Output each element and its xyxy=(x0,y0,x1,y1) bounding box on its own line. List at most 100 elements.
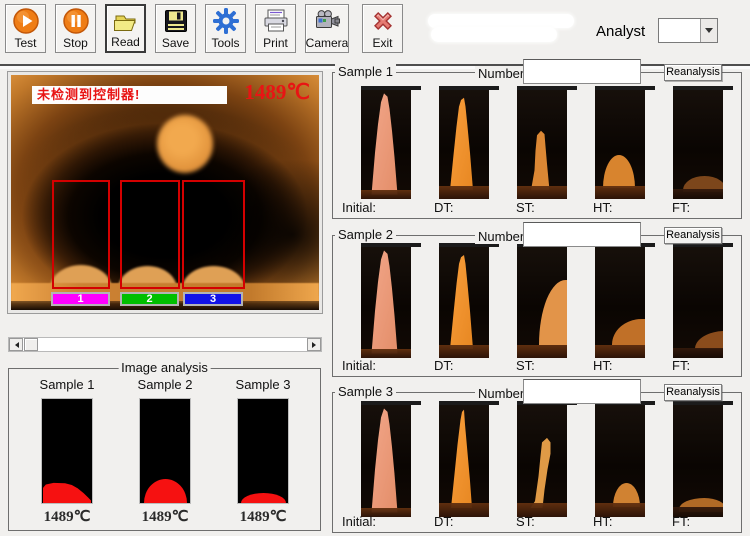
chevron-down-icon xyxy=(705,28,713,37)
sample-3-st-thumbnail xyxy=(517,404,567,517)
sample-1-dt-thumbnail xyxy=(439,89,489,199)
analyst-dropdown-button[interactable] xyxy=(700,19,717,42)
sample-1-reanalysis-button[interactable]: Reanalysis xyxy=(664,64,722,81)
roi-label-2: 2 xyxy=(120,292,179,306)
sample-1-number-input[interactable] xyxy=(523,59,641,84)
sample-2-initial-thumbnail xyxy=(361,246,411,358)
stage-label-ft: FT: xyxy=(672,514,690,529)
analysis-sample-3: Sample 3 1489℃ xyxy=(223,377,303,526)
stage-label-initial: Initial: xyxy=(342,200,376,215)
analysis-sample-3-temperature: 1489℃ xyxy=(223,507,303,526)
print-button[interactable]: Print xyxy=(255,4,296,53)
melt-silhouette xyxy=(43,482,91,503)
pause-icon xyxy=(62,7,90,35)
roi-label-3: 3 xyxy=(183,292,243,306)
gear-icon xyxy=(212,7,240,35)
stage-label-ht: HT: xyxy=(593,514,613,529)
floppy-disk-icon xyxy=(162,7,190,35)
roi-rectangle-2[interactable] xyxy=(120,180,180,289)
camera-button[interactable]: Camera xyxy=(305,4,349,53)
scroll-right-button[interactable] xyxy=(307,338,321,351)
red-x-icon xyxy=(369,7,397,35)
test-button[interactable]: Test xyxy=(5,4,46,53)
sample-2-st-thumbnail xyxy=(517,246,567,358)
controller-alert-banner: 未检测到控制器! xyxy=(32,86,227,104)
scrollbar-thumb[interactable] xyxy=(24,338,38,351)
image-analysis-panel: Image analysis Sample 1 1489℃ Sample 2 1… xyxy=(8,368,321,531)
stage-label-ft: FT: xyxy=(672,358,690,373)
app-window: Test Stop Read Save Tools Print xyxy=(0,0,750,536)
analysis-sample-1: Sample 1 1489℃ xyxy=(27,377,107,526)
sample-3-initial-thumbnail xyxy=(361,404,411,517)
analysis-sample-1-temperature: 1489℃ xyxy=(27,507,107,526)
camera-feed: 1 2 3 未检测到控制器! 1489℃ xyxy=(11,75,319,310)
video-camera-icon xyxy=(313,7,341,35)
furnace-camera-view: 1 2 3 未检测到控制器! 1489℃ xyxy=(8,72,322,313)
sample-2-dt-thumbnail xyxy=(439,246,489,358)
roi-label-1: 1 xyxy=(51,292,110,306)
sample-2-number-input[interactable] xyxy=(523,222,641,247)
stage-label-ht: HT: xyxy=(593,200,613,215)
sample-2-panel: Sample 2 Number Reanalysis Initial: DT: … xyxy=(332,235,742,377)
sample-3-dt-thumbnail xyxy=(439,404,489,517)
analysis-sample-2-temperature: 1489℃ xyxy=(125,507,205,526)
redacted-area xyxy=(431,27,557,42)
sample-2-title: Sample 2 xyxy=(335,227,396,242)
stop-button[interactable]: Stop xyxy=(55,4,96,53)
exit-button-label: Exit xyxy=(372,36,392,51)
sample-1-st-thumbnail xyxy=(517,89,567,199)
open-folder-icon xyxy=(112,8,140,36)
tools-button-label: Tools xyxy=(211,36,239,51)
toolbar: Test Stop Read Save Tools Print xyxy=(0,0,750,66)
tools-button[interactable]: Tools xyxy=(205,4,246,53)
analysis-sample-1-name: Sample 1 xyxy=(27,377,107,392)
read-button[interactable]: Read xyxy=(105,4,146,53)
sample-2-reanalysis-button[interactable]: Reanalysis xyxy=(664,227,722,244)
sample-2-ht-thumbnail xyxy=(595,246,645,358)
roi-rectangle-1[interactable] xyxy=(52,180,110,289)
sample-1-number-label: Number xyxy=(475,66,527,81)
stage-label-ht: HT: xyxy=(593,358,613,373)
play-icon xyxy=(12,7,40,35)
save-button[interactable]: Save xyxy=(155,4,196,53)
sample-3-title: Sample 3 xyxy=(335,384,396,399)
sample-3-number-label: Number xyxy=(475,386,527,401)
analysis-sample-3-thumbnail xyxy=(237,398,289,504)
sample-1-ht-thumbnail xyxy=(595,89,645,199)
analyst-dropdown[interactable] xyxy=(658,18,718,43)
stage-label-initial: Initial: xyxy=(342,514,376,529)
analysis-sample-3-name: Sample 3 xyxy=(223,377,303,392)
sample-3-ft-thumbnail xyxy=(673,404,723,517)
furnace-temperature: 1489℃ xyxy=(244,80,310,105)
sample-1-ft-thumbnail xyxy=(673,89,723,199)
analysis-sample-2: Sample 2 1489℃ xyxy=(125,377,205,526)
stage-label-initial: Initial: xyxy=(342,358,376,373)
print-button-label: Print xyxy=(263,36,288,51)
stage-label-dt: DT: xyxy=(434,514,454,529)
sample-2-number-label: Number xyxy=(475,229,527,244)
arrow-left-icon xyxy=(12,342,19,348)
scroll-left-button[interactable] xyxy=(9,338,23,351)
sample-2-ft-thumbnail xyxy=(673,246,723,358)
sample-3-reanalysis-button[interactable]: Reanalysis xyxy=(664,384,722,401)
stage-label-st: ST: xyxy=(516,358,535,373)
sample-3-panel: Sample 3 Number Reanalysis Initial: DT: … xyxy=(332,392,742,533)
analysis-sample-2-thumbnail xyxy=(139,398,191,504)
sample-3-number-input[interactable] xyxy=(523,379,641,404)
save-button-label: Save xyxy=(162,36,189,51)
sample-3-ht-thumbnail xyxy=(595,404,645,517)
sample-1-panel: Sample 1 Number Reanalysis Initial: DT: … xyxy=(332,72,742,219)
camera-scrollbar[interactable] xyxy=(8,337,322,352)
furnace-center-glow xyxy=(157,115,213,173)
stage-label-st: ST: xyxy=(516,200,535,215)
melt-silhouette xyxy=(241,493,286,503)
arrow-right-icon xyxy=(312,342,319,348)
roi-rectangle-3[interactable] xyxy=(182,180,245,289)
exit-button[interactable]: Exit xyxy=(362,4,403,53)
stage-label-dt: DT: xyxy=(434,200,454,215)
stage-label-dt: DT: xyxy=(434,358,454,373)
camera-button-label: Camera xyxy=(306,36,349,51)
image-analysis-title: Image analysis xyxy=(118,360,211,375)
stage-label-st: ST: xyxy=(516,514,535,529)
redacted-area xyxy=(428,14,574,28)
